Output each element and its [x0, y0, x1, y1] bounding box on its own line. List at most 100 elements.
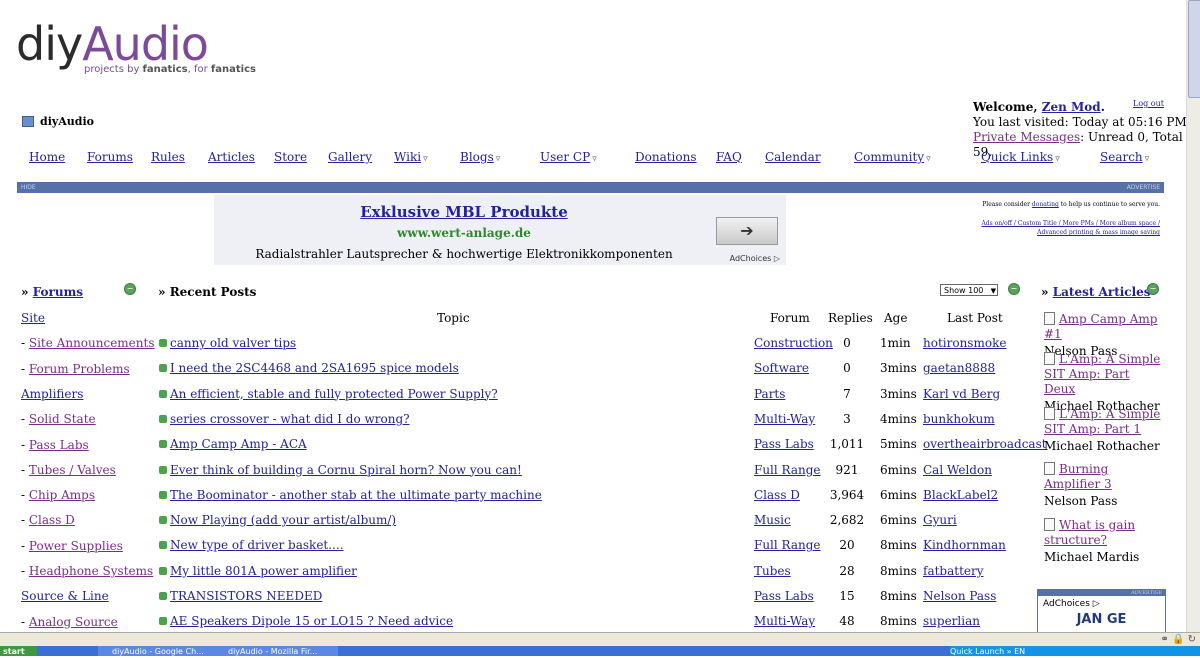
nav-search[interactable]: Search	[1100, 150, 1149, 164]
donate-perks-link[interactable]: Ads on/off / Custom Title / More PMs / M…	[960, 219, 1160, 237]
age-cell: 3mins	[880, 361, 917, 376]
last-poster-link[interactable]: Cal Weldon	[923, 463, 992, 477]
site-logo[interactable]: diyAudio projects by fanatics, for fanat…	[16, 20, 256, 75]
ad-url[interactable]: www.wert-anlage.de	[214, 226, 714, 240]
taskbar-chrome[interactable]: diyAudio - Google Ch...	[98, 646, 222, 656]
document-icon	[1044, 312, 1055, 325]
last-poster-link[interactable]: fatbattery	[923, 564, 984, 578]
topic-link[interactable]: Ever think of building a Cornu Spiral ho…	[159, 463, 522, 477]
forum-cell-link[interactable]: Full Range	[754, 463, 821, 477]
nav-blogs[interactable]: Blogs	[460, 150, 500, 164]
forums-header-link[interactable]: Forums	[33, 285, 83, 299]
bar-advertise[interactable]: ADVERTISE	[1127, 184, 1160, 191]
nav-quick-links[interactable]: Quick Links	[981, 150, 1060, 164]
last-poster-link[interactable]: superlian	[923, 614, 980, 628]
article-link[interactable]: What is gain structure?	[1044, 518, 1135, 547]
ad-title[interactable]: Exklusive MBL Produkte	[214, 203, 714, 221]
topic-link[interactable]: TRANSISTORS NEEDED	[159, 589, 322, 603]
age-cell: 1min	[880, 336, 911, 350]
last-poster-link[interactable]: Karl vd Berg	[923, 387, 1000, 401]
private-messages-link[interactable]: Private Messages	[973, 130, 1080, 144]
forum-cell-link[interactable]: Tubes	[754, 564, 791, 578]
donate-notice: Please consider donating to help us cont…	[960, 200, 1160, 237]
col-last-post: Last Post	[947, 311, 1003, 325]
nav-user-cp[interactable]: User CP	[540, 150, 597, 164]
post-icon	[159, 389, 167, 398]
collapse-articles-icon[interactable]: −	[1147, 283, 1159, 295]
nav-calendar[interactable]: Calendar	[765, 150, 821, 164]
taskbar-firefox[interactable]: diyAudio - Mozilla Fir...	[214, 646, 338, 656]
forum-cell-link[interactable]: Multi-Way	[754, 614, 815, 628]
main-nav: Home Forums Rules Articles Store Gallery…	[0, 150, 1180, 168]
post-icon	[159, 617, 167, 626]
last-poster-link[interactable]: hotironsmoke	[923, 336, 1006, 350]
nav-wiki[interactable]: Wiki	[394, 150, 428, 164]
last-poster-link[interactable]: Gyuri	[923, 513, 957, 527]
article-link[interactable]: L'Amp: A Simple SIT Amp: Part Deux	[1044, 352, 1160, 396]
topic-link[interactable]: Now Playing (add your artist/album/)	[159, 513, 396, 527]
forum-cell-link[interactable]: Parts	[754, 387, 785, 401]
network-icon: ⚭	[1160, 634, 1169, 645]
show-count-select[interactable]: Show 100	[940, 284, 998, 297]
document-icon	[1044, 352, 1055, 365]
ad-arrow-button[interactable]: ➔	[716, 217, 778, 245]
topic-link[interactable]: New type of driver basket....	[159, 538, 344, 552]
nav-home[interactable]: Home	[29, 150, 65, 164]
last-poster-link[interactable]: Kindhornman	[923, 538, 1006, 552]
topic-link[interactable]: Amp Camp Amp - ACA	[159, 437, 307, 451]
last-poster-link[interactable]: Nelson Pass	[923, 589, 996, 603]
logout-link[interactable]: Log out	[1133, 99, 1164, 108]
topic-link[interactable]: I need the 2SC4468 and 2SA1695 spice mod…	[159, 361, 459, 375]
forum-cell-link[interactable]: Full Range	[754, 538, 821, 552]
forum-cell-link[interactable]: Class D	[754, 488, 800, 502]
ad-choices[interactable]: AdChoices ▷	[730, 254, 780, 263]
article-link[interactable]: Amp Camp Amp #1	[1044, 312, 1157, 341]
breadcrumb[interactable]: diyAudio	[22, 115, 94, 128]
nav-store[interactable]: Store	[274, 150, 307, 164]
forum-cell-link[interactable]: Multi-Way	[754, 412, 815, 426]
last-visited: You last visited: Today at 05:16 PM	[973, 115, 1187, 129]
age-cell: 5mins	[880, 437, 917, 452]
nav-community[interactable]: Community	[854, 150, 931, 164]
topic-link[interactable]: My little 801A power amplifier	[159, 564, 357, 578]
article-item: L'Amp: A Simple SIT Amp: Part Deux Michae…	[1044, 352, 1164, 414]
table-row: series crossover - what did I do wrong? M…	[0, 412, 1030, 437]
forum-cell-link[interactable]: Music	[754, 513, 791, 527]
col-age: Age	[884, 311, 908, 325]
nav-forums[interactable]: Forums	[87, 150, 133, 164]
col-topic: Topic	[437, 311, 470, 325]
articles-header-link[interactable]: Latest Articles	[1053, 285, 1151, 299]
topic-link[interactable]: An efficient, stable and fully protected…	[159, 387, 498, 401]
side-ad-text[interactable]: JAN GE	[1038, 612, 1165, 627]
forum-cell-link[interactable]: Pass Labs	[754, 589, 814, 603]
topic-link[interactable]: AE Speakers Dipole 15 or LO15 ? Need adv…	[159, 614, 453, 628]
top-advertisement[interactable]: Exklusive MBL Produkte www.wert-anlage.d…	[214, 195, 786, 265]
collapse-forums-icon[interactable]: −	[124, 283, 136, 295]
article-link[interactable]: L'Amp: A Simple SIT Amp: Part 1	[1044, 407, 1160, 436]
last-poster-link[interactable]: overtheairbroadcast	[923, 437, 1047, 451]
replies-count: 3,964	[829, 487, 865, 502]
nav-faq[interactable]: FAQ	[716, 150, 742, 164]
last-poster-link[interactable]: gaetan8888	[923, 361, 995, 375]
side-ad-choices[interactable]: AdChoices ▷	[1043, 599, 1160, 609]
topic-link[interactable]: The Boominator - another stab at the ult…	[159, 488, 542, 502]
nav-gallery[interactable]: Gallery	[328, 150, 372, 164]
nav-articles[interactable]: Articles	[208, 150, 255, 164]
scrollbar-thumb[interactable]	[1188, 0, 1200, 98]
forum-cell-link[interactable]: Software	[754, 361, 809, 375]
vertical-scrollbar[interactable]	[1186, 0, 1200, 632]
nav-rules[interactable]: Rules	[151, 150, 185, 164]
forum-link[interactable]: Site	[21, 311, 45, 325]
topic-link[interactable]: canny old valver tips	[159, 336, 296, 350]
topic-link[interactable]: series crossover - what did I do wrong?	[159, 412, 410, 426]
username-link[interactable]: Zen Mod	[1042, 100, 1101, 114]
bar-hide[interactable]: HIDE	[21, 184, 36, 191]
collapse-recent-icon[interactable]: −	[1008, 283, 1020, 295]
last-poster-link[interactable]: bunkhokum	[923, 412, 995, 426]
last-poster-link[interactable]: BlackLabel2	[923, 488, 998, 502]
donating-link[interactable]: donating	[1032, 201, 1059, 208]
nav-donations[interactable]: Donations	[635, 150, 697, 164]
start-button[interactable]: start	[0, 646, 37, 656]
side-advertisement[interactable]: ADVERTISE AdChoices ▷ JAN GE	[1037, 589, 1166, 633]
forum-cell-link[interactable]: Pass Labs	[754, 437, 814, 451]
